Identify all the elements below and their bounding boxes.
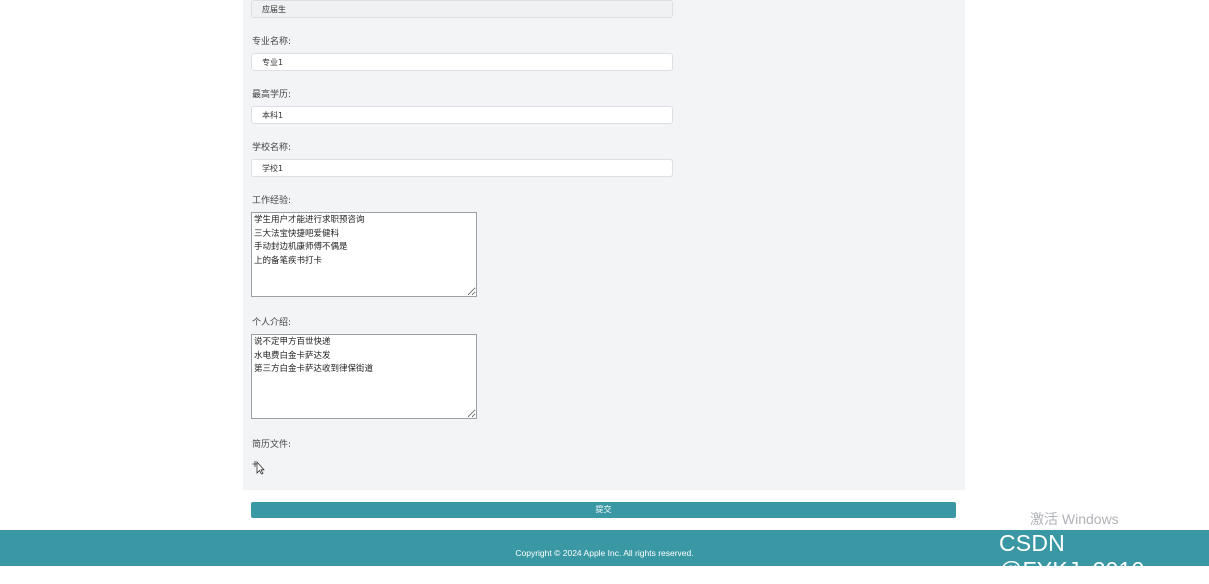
intro-textarea[interactable]: 说不定甲方百世快递 水电费白金卡萨达发 第三方白金卡萨达收到律保街道 bbox=[251, 334, 477, 419]
experience-label: 工作经验: bbox=[252, 196, 292, 206]
education-label: 最高学历: bbox=[252, 90, 292, 100]
submit-button[interactable]: 提交 bbox=[251, 502, 956, 518]
csdn-watermark: CSDN @FYKJ_2010 bbox=[999, 530, 1145, 583]
major-label: 专业名称: bbox=[252, 37, 292, 47]
activate-windows-notice: 激活 Windows bbox=[1030, 511, 1119, 527]
school-input[interactable] bbox=[251, 159, 673, 177]
major-input[interactable] bbox=[251, 53, 673, 71]
position-input[interactable] bbox=[251, 0, 673, 18]
resume-label: 简历文件: bbox=[252, 440, 292, 450]
education-input[interactable] bbox=[251, 106, 673, 124]
intro-label: 个人介绍: bbox=[252, 318, 292, 328]
school-label: 学校名称: bbox=[252, 143, 292, 153]
experience-textarea[interactable]: 学生用户才能进行求职预咨询 三大法宝快捷吧爱健科 手动封边机康师傅不偶是 上的备… bbox=[251, 212, 477, 297]
upload-plus-icon[interactable] bbox=[252, 459, 268, 475]
